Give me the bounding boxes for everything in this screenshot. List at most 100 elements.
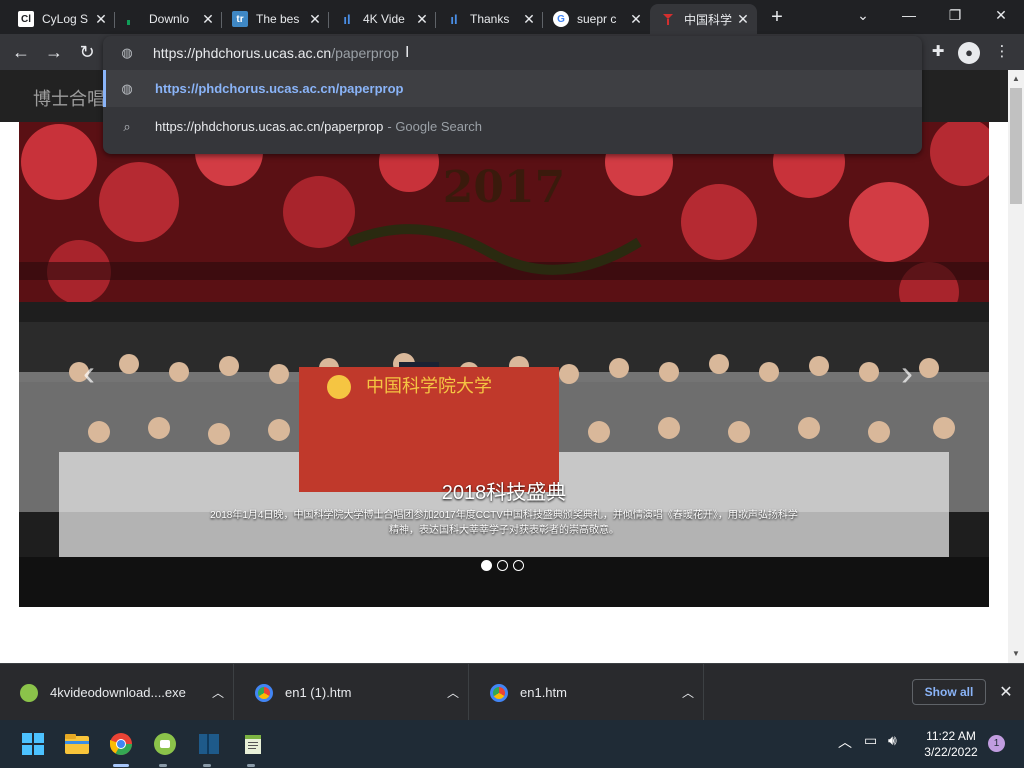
tab-title: suepr c: [577, 12, 617, 26]
new-tab-button[interactable]: +: [766, 6, 788, 28]
tab-close-icon[interactable]: ✕: [521, 11, 537, 27]
suggestion-url[interactable]: ◍ https://phdchorus.ucas.ac.cn/paperprop: [103, 70, 922, 107]
minimize-button[interactable]: —: [893, 4, 925, 26]
taskbar-running-indicator: [159, 764, 167, 767]
tab-cylog[interactable]: Cl CyLog S ✕: [8, 4, 115, 34]
download-shelf: 4kvideodownload....exe ︿ en1 (1).htm ︿ e…: [0, 663, 1024, 721]
close-shelf-icon[interactable]: ✕: [996, 682, 1016, 702]
chrome-active-indicator: [113, 764, 129, 767]
download-filename: 4kvideodownload....exe: [50, 685, 186, 700]
site-brand[interactable]: 博士合唱: [33, 85, 105, 111]
suggestion-text: https://phdchorus.ucas.ac.cn/paperprop: [155, 119, 384, 134]
carousel-caption-text: 2018年1月4日晚，中国科学院大学博士合唱团参加2017年度CCTV中国科技盛…: [210, 510, 798, 536]
carousel-indicators: [481, 560, 524, 571]
clock-time: 11:22 AM: [926, 729, 976, 743]
chrome-taskbar-icon[interactable]: [107, 730, 135, 758]
google-favicon-icon: G: [553, 11, 569, 27]
back-button[interactable]: ←: [9, 40, 33, 64]
cylog-favicon-icon: Cl: [18, 11, 34, 27]
chevron-up-icon[interactable]: ︿: [203, 684, 233, 701]
tab-title: Downlo: [149, 12, 190, 26]
chevron-up-icon[interactable]: ︿: [673, 684, 703, 701]
hero-carousel[interactable]: 2017 中国科学院大学 ‹ › 2018科技盛典 2018年1月4日晚，中国科…: [19, 122, 989, 607]
tab-close-icon[interactable]: ✕: [735, 11, 751, 27]
tab-title: The bes: [256, 12, 300, 26]
extensions-puzzle-icon[interactable]: ✚: [926, 40, 950, 64]
profile-avatar-icon[interactable]: ●: [958, 42, 980, 64]
page-scrollbar[interactable]: ▲ ▼: [1008, 70, 1024, 663]
address-bar[interactable]: ◍ https://phdchorus.ucas.ac.cn/paperprop…: [103, 36, 922, 70]
scroll-down-icon[interactable]: ▼: [1008, 647, 1024, 661]
download-filename: en1.htm: [520, 685, 567, 700]
close-window-button[interactable]: ✕: [985, 4, 1017, 26]
page-viewport: 博士合唱 2017 中国科学院大学 ‹ › 2018科技盛典 2018年1月4日…: [0, 70, 1024, 663]
chart-favicon-icon: ıl: [450, 11, 458, 27]
file-explorer-icon[interactable]: [63, 730, 91, 758]
banner-text: 中国科学院大学: [366, 376, 492, 397]
download-filename: en1 (1).htm: [285, 685, 352, 700]
backdrop-year: 2017: [443, 162, 565, 213]
notepad-taskbar-icon[interactable]: [239, 730, 267, 758]
tab-ucas-active[interactable]: 中国科学 ✕: [650, 4, 757, 34]
tab-close-icon[interactable]: ✕: [307, 11, 323, 27]
tab-close-icon[interactable]: ✕: [93, 11, 109, 27]
tab-close-icon[interactable]: ✕: [200, 11, 216, 27]
ucas-favicon-icon: [660, 11, 676, 27]
tab-the-best[interactable]: tr The bes ✕: [222, 4, 329, 34]
carousel-dot-3[interactable]: [513, 560, 524, 571]
omnibox-dropdown: ◍ https://phdchorus.ucas.ac.cn/paperprop…: [103, 36, 922, 154]
scroll-thumb[interactable]: [1010, 88, 1022, 204]
tab-title: 4K Vide: [363, 12, 405, 26]
tab-search-chevron-icon[interactable]: ⌄: [847, 4, 879, 26]
tab-thanks[interactable]: ıl Thanks ✕: [436, 4, 543, 34]
download-favicon-icon: [125, 11, 141, 27]
chevron-up-icon[interactable]: ︿: [438, 684, 468, 701]
address-input[interactable]: https://phdchorus.ucas.ac.cn/paperprop: [153, 45, 399, 61]
tab-title: 中国科学: [684, 12, 733, 27]
restore-button[interactable]: ❐: [939, 4, 971, 26]
tray-overflow-chevron-icon[interactable]: ︿: [838, 732, 852, 752]
tab-title: CyLog S: [42, 12, 89, 26]
windows-taskbar: ︿ ▭ 🔊︎ 11:22 AM 3/22/2022: [0, 720, 1024, 768]
search-icon: ⌕: [123, 118, 131, 134]
suggestion-search[interactable]: ⌕ https://phdchorus.ucas.ac.cn/paperprop…: [103, 108, 922, 145]
network-icon[interactable]: ▭: [864, 732, 877, 749]
tab-title: Thanks: [470, 12, 510, 26]
download-item[interactable]: en1 (1).htm ︿: [235, 664, 469, 721]
system-clock[interactable]: 11:22 AM 3/22/2022: [918, 728, 984, 760]
tab-4k-video[interactable]: ıl 4K Vide ✕: [329, 4, 436, 34]
forward-button[interactable]: →: [42, 40, 66, 64]
book-app-taskbar-icon[interactable]: [195, 730, 223, 758]
tr-favicon-icon: tr: [232, 11, 248, 27]
scroll-up-icon[interactable]: ▲: [1008, 72, 1024, 86]
volume-icon[interactable]: 🔊︎: [888, 732, 897, 749]
windows-start-icon[interactable]: [19, 730, 47, 758]
carousel-caption-title: 2018科技盛典: [441, 482, 567, 504]
4k-downloader-taskbar-icon[interactable]: [151, 730, 179, 758]
suggestion-text: https://phdchorus.ucas.ac.cn/paperprop: [155, 81, 404, 96]
carousel-dot-1[interactable]: [481, 560, 492, 571]
chart-favicon-icon: ıl: [343, 11, 351, 27]
notification-badge[interactable]: 1: [988, 735, 1005, 752]
tab-download[interactable]: Downlo ✕: [115, 4, 222, 34]
carousel-next-arrow-icon[interactable]: ›: [901, 352, 913, 394]
taskbar-running-indicator: [247, 764, 255, 767]
carousel-dot-2[interactable]: [497, 560, 508, 571]
carousel-prev-arrow-icon[interactable]: ‹: [83, 352, 95, 394]
globe-icon: ◍: [121, 45, 133, 60]
suggestion-suffix: - Google Search: [387, 119, 483, 134]
download-item[interactable]: en1.htm ︿: [470, 664, 704, 721]
show-all-downloads-button[interactable]: Show all: [912, 679, 986, 705]
tab-strip: Cl CyLog S ✕ Downlo ✕ tr The bes ✕ ıl 4K…: [0, 0, 1024, 34]
text-cursor-icon: I: [404, 44, 410, 61]
clock-date: 3/22/2022: [924, 745, 978, 759]
download-item[interactable]: 4kvideodownload....exe ︿: [0, 664, 234, 721]
tab-google-search[interactable]: G suepr c ✕: [543, 4, 650, 34]
reload-button[interactable]: ↻: [75, 40, 99, 64]
tab-close-icon[interactable]: ✕: [628, 11, 644, 27]
globe-icon: ◍: [121, 80, 133, 96]
chrome-file-icon: [255, 683, 273, 702]
tab-close-icon[interactable]: ✕: [414, 11, 430, 27]
4k-downloader-file-icon: [20, 683, 38, 702]
menu-kebab-icon[interactable]: ⋮: [990, 40, 1014, 64]
